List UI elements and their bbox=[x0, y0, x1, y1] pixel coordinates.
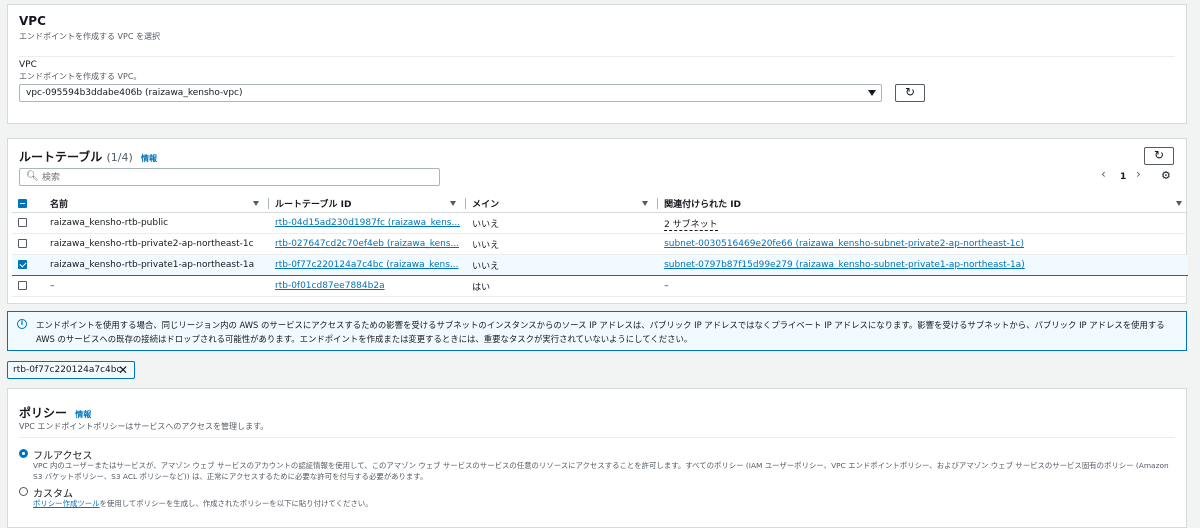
vpc-field-description: エンドポイントを作成する VPC。 bbox=[19, 72, 142, 81]
vpc-section-title: VPC bbox=[19, 14, 46, 28]
column-header-associated-id[interactable]: 関連付けられた ID bbox=[658, 195, 1188, 213]
page-number[interactable]: 1 bbox=[1120, 172, 1126, 182]
close-icon[interactable]: ✕ bbox=[118, 363, 128, 377]
divider bbox=[19, 437, 1175, 438]
route-tables-title-row: ルートテーブル (1/4) 情報 bbox=[19, 148, 157, 165]
route-tables-info-link[interactable]: 情報 bbox=[141, 154, 157, 163]
row-main: いいえ bbox=[466, 233, 659, 255]
row-checkbox[interactable] bbox=[18, 239, 27, 248]
row-associated-id-link[interactable]: subnet-0797b87f15d99e279 (raizawa_kensho… bbox=[664, 260, 1025, 270]
token-label: rtb-0f77c220124a7c4bc bbox=[13, 365, 122, 375]
row-checkbox-checked[interactable] bbox=[18, 260, 27, 269]
vpc-refresh-button[interactable]: ↻ bbox=[895, 84, 925, 102]
route-tables-title: ルートテーブル bbox=[19, 150, 103, 164]
policy-info-link[interactable]: 情報 bbox=[75, 410, 91, 419]
custom-description: ポリシー作成ツールを使用してポリシーを生成し、作成されたポリシーを以下に貼り付け… bbox=[33, 499, 373, 508]
row-associated-id: – bbox=[658, 275, 1188, 297]
row-route-table-id-link[interactable]: rtb-04d15ad230d1987fc (raizawa_kens... bbox=[275, 218, 460, 228]
policy-title-row: ポリシー 情報 bbox=[19, 404, 91, 421]
row-checkbox[interactable] bbox=[18, 218, 27, 227]
sort-caret-icon bbox=[642, 201, 649, 206]
row-route-table-id-link[interactable]: rtb-0f01cd87ee7884b2a bbox=[275, 281, 385, 291]
policy-generator-link[interactable]: ポリシー作成ツール bbox=[33, 499, 100, 508]
info-alert-text: エンドポイントを使用する場合、同じリージョン内の AWS のサービスにアクセスす… bbox=[36, 320, 1165, 344]
prev-page-button[interactable]: ‹ bbox=[1101, 167, 1106, 181]
table-row[interactable]: raizawa_kensho-rtb-private2-ap-northeast… bbox=[12, 233, 1188, 255]
search-icon: 🔍︎ bbox=[26, 171, 39, 182]
policy-title: ポリシー bbox=[19, 406, 68, 420]
table-row-selected[interactable]: raizawa_kensho-rtb-private1-ap-northeast… bbox=[12, 254, 1188, 276]
route-tables-search-input[interactable] bbox=[40, 171, 434, 185]
row-route-table-id-link[interactable]: rtb-0f77c220124a7c4bc (raizawa_kens... bbox=[275, 260, 459, 270]
row-associated-id[interactable]: 2 サブネット bbox=[664, 219, 718, 231]
row-name: raizawa_kensho-rtb-private2-ap-northeast… bbox=[44, 233, 269, 255]
table-header-row: 名前 ルートテーブル ID メイン 関連付けられた ID bbox=[12, 195, 1188, 213]
route-tables-search[interactable]: 🔍︎ bbox=[19, 168, 440, 186]
vpc-field-label: VPC bbox=[19, 60, 37, 70]
route-tables-refresh-button[interactable]: ↻ bbox=[1144, 147, 1174, 165]
column-header-route-table-id[interactable]: ルートテーブル ID bbox=[269, 195, 467, 213]
row-name: raizawa_kensho-rtb-public bbox=[44, 212, 269, 234]
table-row[interactable]: raizawa_kensho-rtb-public rtb-04d15ad230… bbox=[12, 212, 1188, 234]
full-access-radio[interactable] bbox=[19, 449, 28, 458]
next-page-button[interactable]: › bbox=[1136, 167, 1141, 181]
full-access-description: VPC 内のユーザーまたはサービスが、アマゾン ウェブ サービスのアカウントの認… bbox=[33, 461, 1169, 481]
settings-gear-icon[interactable]: ⚙ bbox=[1161, 169, 1171, 182]
sort-caret-icon bbox=[1176, 201, 1182, 206]
row-name: raizawa_kensho-rtb-private1-ap-northeast… bbox=[44, 254, 269, 276]
row-main: いいえ bbox=[466, 254, 659, 276]
info-alert: i エンドポイントを使用する場合、同じリージョン内の AWS のサービスにアクセ… bbox=[7, 311, 1187, 351]
info-icon: i bbox=[17, 319, 27, 329]
row-checkbox[interactable] bbox=[18, 281, 27, 290]
select-all-cell bbox=[12, 195, 44, 213]
vpc-select-value: vpc-095594b3ddabe406b (raizawa_kensho-vp… bbox=[26, 88, 243, 98]
refresh-icon: ↻ bbox=[904, 85, 916, 99]
vpc-section: VPC エンドポイントを作成する VPC を選択 VPC エンドポイントを作成す… bbox=[7, 4, 1187, 124]
row-route-table-id-link[interactable]: rtb-027647cd2c70ef4eb (raizawa_kens... bbox=[275, 239, 459, 249]
route-tables-table: 名前 ルートテーブル ID メイン 関連付けられた ID raizawa_ken… bbox=[12, 195, 1188, 297]
row-name: – bbox=[44, 275, 269, 297]
policy-section: ポリシー 情報 VPC エンドポイントポリシーはサービスへのアクセスを管理します… bbox=[7, 388, 1187, 528]
vpc-section-subtitle: エンドポイントを作成する VPC を選択 bbox=[19, 32, 160, 41]
row-associated-id-link[interactable]: subnet-0030516469e20fe66 (raizawa_kensho… bbox=[664, 239, 1024, 249]
vpc-select[interactable]: vpc-095594b3ddabe406b (raizawa_kensho-vp… bbox=[19, 84, 882, 102]
select-all-checkbox[interactable] bbox=[18, 198, 27, 208]
policy-subtitle: VPC エンドポイントポリシーはサービスへのアクセスを管理します。 bbox=[19, 422, 269, 431]
divider bbox=[19, 56, 1175, 57]
refresh-icon: ↻ bbox=[1153, 148, 1165, 162]
route-tables-count: (1/4) bbox=[106, 151, 133, 164]
table-row[interactable]: – rtb-0f01cd87ee7884b2a はい – bbox=[12, 275, 1188, 297]
row-main: いいえ bbox=[466, 212, 659, 234]
sort-caret-icon bbox=[253, 201, 259, 206]
row-main: はい bbox=[466, 275, 659, 297]
selected-route-table-token: rtb-0f77c220124a7c4bc ✕ bbox=[7, 361, 135, 379]
column-header-main[interactable]: メイン bbox=[466, 195, 659, 213]
custom-radio[interactable] bbox=[19, 487, 28, 496]
caret-down-icon bbox=[868, 90, 876, 96]
column-header-name[interactable]: 名前 bbox=[44, 195, 269, 213]
sort-caret-icon bbox=[450, 201, 457, 206]
route-tables-section: ルートテーブル (1/4) 情報 ↻ 🔍︎ ‹ 1 › ⚙ 名前 ルートテーブル… bbox=[7, 138, 1188, 304]
